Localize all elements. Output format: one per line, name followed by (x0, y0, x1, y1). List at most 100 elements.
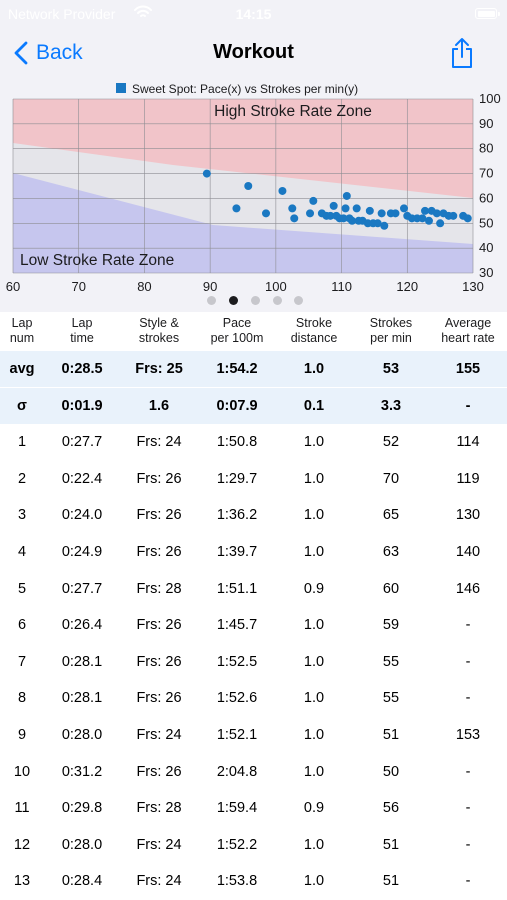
column-header-line: Style & (139, 316, 179, 330)
table-cell: 1.6 (148, 397, 170, 414)
y-tick-label: 90 (479, 116, 493, 131)
table-cell: 13 (13, 873, 31, 890)
table-cell: 0:22.4 (61, 470, 103, 487)
table-cell: 0:28.0 (61, 727, 103, 743)
column-header-line: Strokes (369, 316, 413, 330)
table-cell: 0:07.9 (216, 397, 258, 414)
table-cell: 1 (17, 434, 27, 451)
table-cell: 0:28.4 (61, 873, 103, 890)
column-header: Stroke distance (274, 316, 354, 346)
data-point (400, 204, 408, 213)
table-cell: Frs: 24 (136, 836, 182, 853)
lap-row[interactable]: 9 0:28.0 Frs: 24 1:52.1 1.0 51 153 (0, 717, 507, 753)
table-cell: 114 (456, 434, 480, 451)
legend-label: Sweet Spot: Pace(x) vs Strokes per min(y… (132, 82, 358, 96)
lap-row[interactable]: 11 0:29.8 Frs: 28 1:59.4 0.9 56 - (0, 790, 507, 826)
column-header: Strokes per min (356, 316, 426, 346)
lap-row[interactable]: 1 0:27.7 Frs: 24 1:50.8 1.0 52 114 (0, 424, 507, 460)
table-cell: 1.0 (303, 836, 325, 853)
table-cell: 0:28.1 (61, 690, 103, 707)
page-dot[interactable] (251, 296, 260, 305)
table-cell: Frs: 24 (136, 873, 182, 890)
table-cell: 0:29.8 (61, 800, 103, 817)
table-cell: 65 (382, 507, 400, 524)
data-point (232, 204, 241, 213)
table-cell: 51 (382, 873, 400, 890)
lap-row[interactable]: 4 0:24.9 Frs: 26 1:39.7 1.0 63 140 (0, 534, 507, 570)
table-cell: 0:27.7 (61, 434, 103, 451)
data-point (290, 214, 299, 223)
lap-row[interactable]: 7 0:28.1 Frs: 26 1:52.5 1.0 55 - (0, 644, 507, 680)
column-header-line: Pace (222, 316, 252, 330)
lap-row[interactable]: 6 0:26.4 Frs: 26 1:45.7 1.0 59 - (0, 607, 507, 643)
data-point (278, 186, 287, 195)
table-cell: 1.0 (303, 361, 325, 377)
table-cell: σ (17, 397, 27, 414)
column-header-line: time (70, 331, 94, 345)
status-bar: Network Provider 14:15 (0, 0, 507, 28)
table-cell: - (465, 873, 471, 890)
table-cell: Frs: 26 (136, 507, 182, 524)
x-tick-label: 90 (203, 279, 217, 294)
column-header-line: num (9, 331, 35, 345)
column-header: Lap num (2, 316, 42, 346)
table-cell: 1:36.2 (216, 507, 258, 524)
table-cell: - (465, 800, 471, 817)
table-cell: Frs: 26 (136, 690, 182, 707)
lap-row[interactable]: 3 0:24.0 Frs: 26 1:36.2 1.0 65 130 (0, 497, 507, 533)
table-cell: 2 (17, 470, 27, 487)
low-zone-label: Low Stroke Rate Zone (20, 252, 174, 269)
table-cell: 1.0 (303, 544, 325, 560)
data-point (436, 219, 445, 228)
page-indicator[interactable] (0, 296, 507, 306)
table-cell: 55 (382, 690, 400, 707)
table-cell: 1.0 (303, 690, 325, 707)
table-cell: 1.0 (303, 653, 325, 670)
x-tick-label: 80 (137, 279, 151, 294)
sweet-spot-chart[interactable]: 60 70 80 90 100 110 120 130 30 40 50 60 70 80 90 100 Hig… (0, 78, 507, 312)
table-cell: 3 (17, 507, 27, 524)
table-cell: 0:28.1 (61, 653, 103, 670)
data-point (449, 211, 458, 220)
y-tick-label: 80 (479, 141, 493, 156)
table-cell: 1.0 (303, 617, 325, 634)
table-cell: 1:39.7 (216, 544, 258, 560)
lap-row[interactable]: 2 0:22.4 Frs: 26 1:29.7 1.0 70 119 (0, 461, 507, 497)
lap-row[interactable]: 12 0:28.0 Frs: 24 1:52.2 1.0 51 - (0, 827, 507, 863)
y-tick-label: 60 (479, 190, 493, 205)
data-point (288, 204, 297, 213)
table-cell: 2:04.8 (216, 763, 258, 780)
table-cell: 155 (455, 361, 481, 377)
page-dot-active[interactable] (229, 296, 238, 305)
lap-row[interactable]: 8 0:28.1 Frs: 26 1:52.6 1.0 55 - (0, 680, 507, 716)
table-cell: 51 (382, 836, 400, 853)
lap-row[interactable]: 13 0:28.4 Frs: 24 1:53.8 1.0 51 - (0, 863, 507, 899)
page-dot[interactable] (294, 296, 303, 305)
table-cell: - (465, 763, 471, 780)
table-cell: 0.1 (303, 397, 325, 414)
data-point (202, 169, 211, 178)
page-title: Workout (213, 41, 294, 63)
table-cell: 1:59.4 (216, 800, 258, 817)
table-cell: 3.3 (380, 397, 402, 414)
page-dot[interactable] (207, 296, 216, 305)
table-cell: 7 (17, 653, 27, 670)
page-dot[interactable] (273, 296, 282, 305)
table-cell: 1.0 (303, 873, 325, 890)
table-cell: 0:28.5 (61, 361, 103, 377)
lap-row[interactable]: 10 0:31.2 Frs: 26 2:04.8 1.0 50 - (0, 754, 507, 790)
table-cell: Frs: 28 (136, 580, 182, 597)
table-cell: 1:45.7 (216, 617, 258, 634)
table-cell: Frs: 26 (136, 470, 182, 487)
table-cell: 0:01.9 (61, 397, 103, 414)
table-cell: 119 (456, 470, 480, 487)
table-cell: 60 (382, 580, 400, 597)
table-cell: - (465, 397, 471, 414)
table-cell: 11 (14, 800, 30, 817)
table-cell: 55 (382, 653, 400, 670)
share-icon[interactable] (450, 37, 474, 74)
lap-row[interactable]: 5 0:27.7 Frs: 28 1:51.1 0.9 60 146 (0, 571, 507, 607)
column-header: Pace per 100m (192, 316, 282, 346)
table-cell: 12 (13, 836, 31, 853)
data-point (391, 209, 400, 218)
